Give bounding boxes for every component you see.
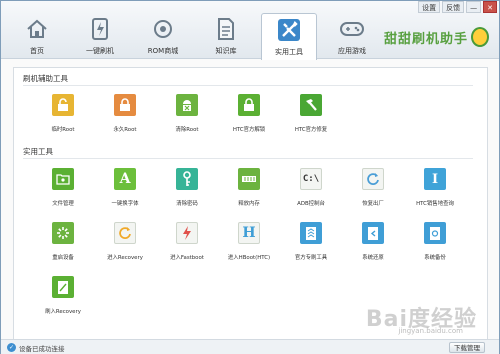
lightning-icon [176, 222, 198, 244]
gamepad-icon [340, 17, 364, 41]
tool-label: 进入HBoot(HTC) [227, 255, 271, 261]
hboot-icon: H [238, 222, 260, 244]
tool-restore[interactable]: 恢复出厂 [346, 168, 400, 216]
tool-hammer[interactable]: HTC官方修复 [284, 94, 338, 142]
system-backup-icon [424, 222, 446, 244]
tool-label: 临时Root [51, 127, 75, 133]
tool-android-clear[interactable]: 清除Root [160, 94, 214, 142]
tool-label: 一键换字体 [111, 201, 139, 207]
unlock-temp-icon [52, 94, 74, 116]
system-restore-icon [362, 222, 384, 244]
tool-key[interactable]: 清除密码 [160, 168, 214, 216]
tool-unlock-temp[interactable]: 临时Root [36, 94, 90, 142]
app-window: 设置 反馈 — ✕ 首页 一键刷机 ROM商城 知识库 实用工具 应用游戏 甜甜… [0, 0, 500, 354]
rom-store-icon [151, 17, 175, 41]
tool-label: 释放内存 [238, 201, 260, 207]
mascot-icon [471, 27, 489, 47]
tool-system-restore[interactable]: 系统还原 [346, 222, 400, 270]
brand-logo: 甜甜刷机助手 [384, 27, 489, 47]
document-icon [214, 17, 238, 41]
nav-home[interactable]: 首页 [9, 13, 65, 59]
connection-status: 设备已成功连接 [19, 345, 65, 353]
tool-label: 系统备份 [424, 255, 446, 261]
tool-lock-permanent[interactable]: 永久Root [98, 94, 152, 142]
font-icon: A [114, 168, 136, 190]
tool-label: 永久Root [113, 127, 137, 133]
nav-knowledge-base[interactable]: 知识库 [198, 13, 254, 59]
tool-console[interactable]: C:\ ADB控制台 [284, 168, 338, 216]
folder-icon [52, 168, 74, 190]
tool-system-backup[interactable]: 系统备份 [408, 222, 462, 270]
console-icon: C:\ [300, 168, 322, 190]
tool-label: 进入Fastboot [170, 255, 204, 261]
tool-hboot[interactable]: H 进入HBoot(HTC) [222, 222, 276, 270]
hammer-icon [300, 94, 322, 116]
nav-utilities[interactable]: 实用工具 [261, 13, 317, 60]
watermark-url: jingyan.baidu.com [398, 327, 463, 335]
nav-home-label: 首页 [30, 47, 44, 55]
nav-one-click-flash-label: 一键刷机 [86, 47, 114, 55]
nav-rom-store[interactable]: ROM商城 [135, 13, 191, 59]
minimize-button[interactable]: — [466, 1, 482, 13]
section-title-flash-tools: 刷机辅助工具 [23, 74, 68, 83]
nav-one-click-flash[interactable]: 一键刷机 [72, 13, 128, 59]
close-button[interactable]: ✕ [483, 1, 497, 13]
flash-icon [88, 17, 112, 41]
tools-icon [277, 18, 301, 42]
nav-apps-games-label: 应用游戏 [338, 47, 366, 55]
tool-folder[interactable]: 文件管理 [36, 168, 90, 216]
tool-lightning[interactable]: 进入Fastboot [160, 222, 214, 270]
tool-recovery-flash[interactable]: 刷入Recovery [36, 276, 90, 324]
tool-label: 官方专刷工具 [294, 255, 328, 261]
tool-label: 系统还原 [362, 255, 384, 261]
home-icon [25, 17, 49, 41]
download-manager-button[interactable]: 下载管理 [449, 342, 485, 353]
section-divider [23, 85, 473, 86]
flash-tool-icon [300, 222, 322, 244]
tool-label: 进入Recovery [107, 255, 143, 261]
info-icon: I [424, 168, 446, 190]
lock-permanent-icon [114, 94, 136, 116]
tool-label: 重启设备 [52, 255, 74, 261]
settings-button[interactable]: 设置 [418, 1, 441, 13]
restore-icon [362, 168, 384, 190]
nav-apps-games[interactable]: 应用游戏 [324, 13, 380, 59]
memory-icon [238, 168, 260, 190]
tool-font[interactable]: A 一键换字体 [98, 168, 152, 216]
tool-refresh[interactable]: 进入Recovery [98, 222, 152, 270]
tool-unlock-htc[interactable]: HTC官方解锁 [222, 94, 276, 142]
window-controls: 设置 反馈 — ✕ [418, 1, 497, 14]
tool-label: ADB控制台 [297, 201, 325, 207]
key-icon [176, 168, 198, 190]
recovery-flash-icon [52, 276, 74, 298]
reboot-icon [52, 222, 74, 244]
tool-flash-tool[interactable]: 官方专刷工具 [284, 222, 338, 270]
feedback-button[interactable]: 反馈 [442, 1, 465, 13]
nav-rom-store-label: ROM商城 [147, 47, 179, 55]
main-nav: 首页 一键刷机 ROM商城 知识库 实用工具 应用游戏 [9, 13, 387, 60]
tool-label: 恢复出厂 [362, 201, 384, 207]
tool-info[interactable]: I HTC销售地查询 [408, 168, 462, 216]
nav-utilities-label: 实用工具 [275, 48, 303, 56]
brand-text: 甜甜刷机助手 [383, 31, 468, 47]
unlock-htc-icon [238, 94, 260, 116]
connected-check-icon: ✓ [7, 343, 16, 352]
tool-label: 刷入Recovery [45, 309, 81, 315]
tool-label: HTC官方修复 [294, 127, 328, 133]
android-clear-icon [176, 94, 198, 116]
section-divider [23, 158, 473, 159]
tool-label: 清除Root [175, 127, 199, 133]
tool-label: HTC销售地查询 [416, 201, 454, 207]
tool-label: 清除密码 [176, 201, 198, 207]
status-bar: ✓ 设备已成功连接 下载管理 [1, 339, 499, 354]
tool-label: 文件管理 [52, 201, 74, 207]
nav-knowledge-base-label: 知识库 [215, 47, 237, 55]
tool-memory[interactable]: 释放内存 [222, 168, 276, 216]
tool-label: HTC官方解锁 [232, 127, 266, 133]
section-title-utilities: 实用工具 [23, 147, 53, 156]
tool-reboot[interactable]: 重启设备 [36, 222, 90, 270]
top-navigation-bar: 设置 反馈 — ✕ 首页 一键刷机 ROM商城 知识库 实用工具 应用游戏 甜甜… [1, 1, 499, 60]
refresh-icon [114, 222, 136, 244]
